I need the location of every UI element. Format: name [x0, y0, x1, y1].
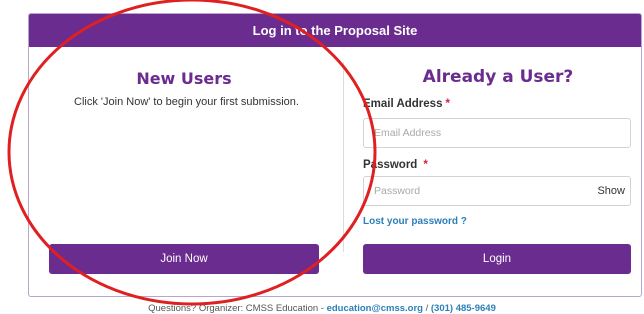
login-card: Log in to the Proposal Site New Users Cl…	[28, 13, 642, 297]
lost-password-link[interactable]: Lost your password ?	[363, 216, 467, 227]
card-header: Log in to the Proposal Site	[29, 14, 641, 47]
required-marker: *	[445, 98, 450, 110]
column-divider	[343, 62, 344, 252]
footer: Questions? Organizer: CMSS Education - e…	[0, 303, 644, 314]
login-button[interactable]: Login	[363, 244, 631, 274]
email-label: Email Address *	[363, 98, 450, 110]
footer-phone-link[interactable]: (301) 485-9649	[431, 303, 496, 314]
new-users-description: Click 'Join Now' to begin your first sub…	[74, 96, 299, 108]
existing-users-title: Already a User?	[422, 67, 574, 87]
password-wrapper: Show	[363, 176, 631, 206]
password-field[interactable]	[363, 176, 631, 206]
footer-email-link[interactable]: education@cmss.org	[327, 303, 423, 314]
password-label-text: Password	[363, 159, 418, 171]
required-marker: *	[423, 159, 428, 171]
footer-separator: /	[422, 303, 431, 314]
join-now-button[interactable]: Join Now	[49, 244, 319, 274]
show-password-toggle[interactable]: Show	[597, 176, 625, 206]
new-users-title: New Users	[136, 69, 232, 88]
password-label: Password *	[363, 159, 428, 171]
email-field[interactable]	[363, 118, 631, 148]
email-label-text: Email Address	[363, 98, 443, 110]
footer-prefix: Questions? Organizer: CMSS Education -	[148, 303, 327, 314]
